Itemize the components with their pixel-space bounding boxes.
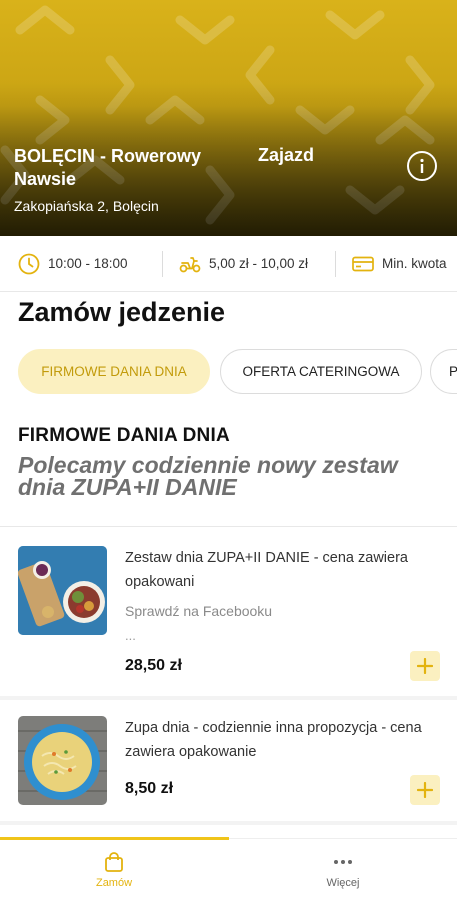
bottom-navigation: Zamów Więcej	[0, 837, 457, 900]
tab-firmowe-dania-dnia[interactable]: FIRMOWE DANIA DNIA	[18, 349, 210, 394]
opening-hours-text: 10:00 - 18:00	[48, 256, 128, 271]
delivery-cost: 5,00 zł - 10,00 zł	[163, 236, 335, 291]
page-title: Zamów jedzenie	[18, 297, 226, 327]
nav-order-label: Zamów	[95, 877, 133, 889]
category-title: FIRMOWE DANIA DNIA	[18, 425, 230, 446]
shopping-bag-icon	[105, 852, 123, 872]
item-name[interactable]: Zestaw dnia ZUPA+II DANIE - cena zawiera…	[125, 546, 425, 594]
info-button[interactable]	[407, 151, 437, 181]
delivery-cost-text: 5,00 zł - 10,00 zł	[209, 256, 309, 271]
restaurant-name: BOLĘCIN - Rowerowy Nawsie	[14, 146, 202, 189]
info-bar: 10:00 - 18:00 5,00 zł - 10,00 zł Min. kw…	[0, 236, 457, 292]
opening-hours: 10:00 - 18:00	[0, 236, 162, 291]
scooter-icon	[179, 256, 201, 272]
dish-photo	[18, 546, 107, 635]
item-price: 8,50 zł	[125, 780, 174, 797]
nav-more[interactable]: Więcej	[229, 839, 457, 900]
info-icon	[420, 158, 424, 173]
soup-photo	[18, 716, 107, 805]
tab-oferta-cateringowa[interactable]: OFERTA CATERINGOWA	[220, 349, 422, 394]
category-tabs: FIRMOWE DANIA DNIA OFERTA CATERINGOWA P	[18, 349, 457, 394]
item-ellipsis: ...	[125, 628, 136, 643]
tab-next[interactable]: P	[430, 349, 457, 394]
divider	[0, 526, 457, 527]
item-name[interactable]: Zupa dnia - codziennie inna propozycja -…	[125, 716, 425, 764]
plus-icon	[417, 782, 433, 798]
restaurant-type: Zajazd	[258, 145, 315, 165]
add-to-cart-button[interactable]	[410, 651, 440, 681]
clock-icon	[18, 253, 40, 274]
min-order: Min. kwota	[336, 236, 447, 291]
item-image-zestaw[interactable]	[18, 546, 107, 635]
card-icon	[352, 256, 374, 271]
item-price: 28,50 zł	[125, 657, 182, 674]
nav-order[interactable]: Zamów	[0, 839, 228, 900]
restaurant-address: Zakopiańska 2, Bolęcin	[14, 198, 159, 214]
divider	[0, 821, 457, 825]
plus-icon	[417, 658, 433, 674]
add-to-cart-button[interactable]	[410, 775, 440, 805]
min-order-text: Min. kwota	[382, 256, 447, 271]
divider	[0, 696, 457, 700]
more-dots-icon	[334, 860, 352, 864]
item-image-zupa[interactable]	[18, 716, 107, 805]
item-extra-info: Sprawdź na Facebooku	[125, 603, 273, 619]
category-description: Polecamy codziennie nowy zestaw dnia ZUP…	[18, 452, 398, 500]
nav-more-label: Więcej	[326, 877, 360, 889]
